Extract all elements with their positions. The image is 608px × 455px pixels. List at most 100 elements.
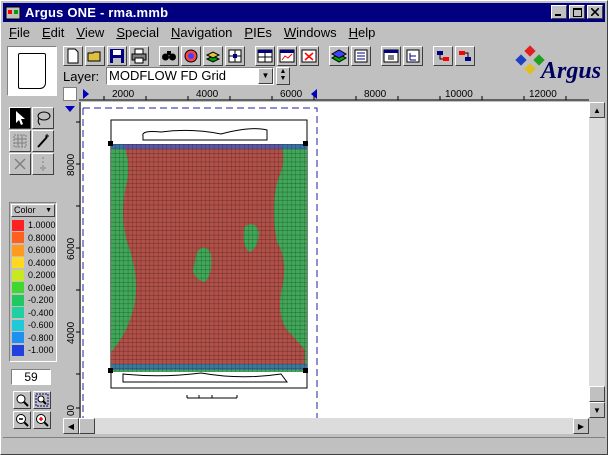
vertical-line-tool-button[interactable]: [32, 153, 54, 175]
scroll-left-button[interactable]: ◀: [63, 418, 79, 434]
legend-swatch: [12, 332, 24, 343]
menu-navigation[interactable]: Navigation: [165, 24, 238, 42]
zoom-button[interactable]: [13, 391, 31, 409]
tree-icon: [406, 49, 420, 63]
tree-button[interactable]: [403, 46, 423, 66]
menu-pies-label: IEs: [253, 25, 272, 40]
vruler-label: 6000: [66, 237, 77, 260]
app-icon[interactable]: [5, 5, 21, 21]
select-tool-button[interactable]: [9, 107, 31, 129]
menu-help[interactable]: Help: [343, 24, 382, 42]
layers-button[interactable]: [203, 46, 223, 66]
hruler-label: 2000: [112, 89, 135, 100]
menu-windows[interactable]: Windows: [278, 24, 343, 42]
legend-item: -0.400: [12, 307, 54, 319]
process-button[interactable]: [455, 46, 475, 66]
import-button[interactable]: [351, 46, 371, 66]
window-button[interactable]: [381, 46, 401, 66]
import-icon: [354, 49, 368, 63]
table-button[interactable]: [255, 46, 275, 66]
scroll-thumb-horizontal[interactable]: [79, 418, 95, 434]
page-preview-paper: [18, 53, 46, 89]
print-icon: [131, 48, 147, 64]
legend-swatch: [12, 219, 24, 231]
vertical-scrollbar[interactable]: ▲ ▼: [589, 102, 605, 418]
close-button[interactable]: [587, 5, 603, 19]
ruler-corner-box[interactable]: [63, 87, 77, 101]
legend-swatch: [12, 244, 24, 256]
chevron-down-icon[interactable]: ▼: [258, 68, 273, 84]
selection-handle[interactable]: [108, 368, 113, 373]
zoom-fit-icon: [35, 393, 49, 407]
legend-item: 0.2000: [12, 269, 56, 281]
table-icon: [257, 49, 273, 63]
run-button[interactable]: [433, 46, 453, 66]
drawing-canvas[interactable]: [81, 102, 589, 418]
menu-pies[interactable]: PIEs: [238, 24, 277, 42]
zoom-in-button[interactable]: [33, 411, 51, 429]
zoom-in-icon: [36, 414, 49, 427]
legend-label: -0.600: [28, 320, 54, 330]
open-button[interactable]: [85, 46, 105, 66]
color-mode-select[interactable]: Color ▼: [11, 204, 55, 217]
legend-swatch: [12, 232, 24, 243]
layer-select[interactable]: MODFLOW FD Grid ▼: [106, 67, 274, 85]
print-button[interactable]: [129, 46, 149, 66]
size-grip[interactable]: [589, 418, 605, 434]
menu-file-key: F: [9, 25, 17, 40]
find-button[interactable]: [159, 46, 179, 66]
magic-wand-tool-button[interactable]: [32, 130, 54, 152]
page-preview[interactable]: [7, 46, 57, 96]
scroll-right-button[interactable]: ▶: [573, 418, 589, 434]
zoom-fit-button[interactable]: [33, 391, 51, 409]
layer-spinner[interactable]: ▲ ▼: [276, 67, 290, 85]
export-button[interactable]: [329, 46, 349, 66]
scroll-up-button[interactable]: ▲: [589, 102, 605, 118]
legend-label: 0.6000: [28, 245, 56, 255]
selection-handle[interactable]: [303, 368, 308, 373]
legend-label: 0.4000: [28, 257, 56, 268]
minimize-icon: [555, 14, 561, 16]
window-icon: [383, 49, 399, 63]
chart-button[interactable]: [277, 46, 297, 66]
zoom-out-button[interactable]: [13, 411, 31, 429]
color-button[interactable]: [181, 46, 201, 66]
cross-tool-button[interactable]: [9, 153, 31, 175]
menu-file[interactable]: File: [3, 24, 36, 42]
lasso-tool-button[interactable]: [32, 107, 54, 129]
menu-view[interactable]: View: [70, 24, 110, 42]
menu-edit[interactable]: Edit: [36, 24, 70, 42]
chart-icon: [279, 49, 295, 63]
vertical-ruler: 8000 6000 4000 00: [63, 102, 81, 418]
save-button[interactable]: [107, 46, 127, 66]
maximize-button[interactable]: [569, 5, 585, 19]
delete-button[interactable]: [299, 46, 319, 66]
selection-handle[interactable]: [108, 141, 113, 146]
title-bar[interactable]: Argus ONE - rma.mmb: [3, 3, 605, 22]
menu-view-key: V: [76, 25, 85, 40]
menu-special[interactable]: Special: [110, 24, 165, 42]
legend-item: -1.000: [12, 344, 54, 356]
find-icon: [162, 51, 176, 61]
selection-handle[interactable]: [303, 141, 308, 146]
minimize-button[interactable]: [551, 5, 567, 19]
grid-select-tool-button[interactable]: [9, 130, 31, 152]
menu-special-label: pecial: [125, 25, 159, 40]
open-icon: [87, 51, 101, 62]
argus-logo: Argus: [515, 45, 605, 85]
menu-navigation-label: avigation: [180, 25, 233, 40]
horizontal-scrollbar[interactable]: ◀ ▶: [63, 418, 589, 434]
grid-button[interactable]: [225, 46, 245, 66]
layers-icon: [205, 51, 221, 63]
legend-swatch: [12, 257, 24, 268]
legend-label: -0.800: [28, 332, 54, 343]
scroll-down-button[interactable]: ▼: [589, 402, 605, 418]
new-button[interactable]: [63, 46, 83, 66]
value-field[interactable]: 59: [11, 369, 51, 385]
menu-windows-label: indows: [296, 25, 337, 40]
hruler-label: 10000: [445, 89, 473, 100]
process-icon: [459, 51, 471, 61]
menu-special-key: S: [116, 25, 125, 40]
legend-item: 1.0000: [12, 219, 56, 231]
scroll-thumb-vertical[interactable]: [589, 386, 605, 402]
